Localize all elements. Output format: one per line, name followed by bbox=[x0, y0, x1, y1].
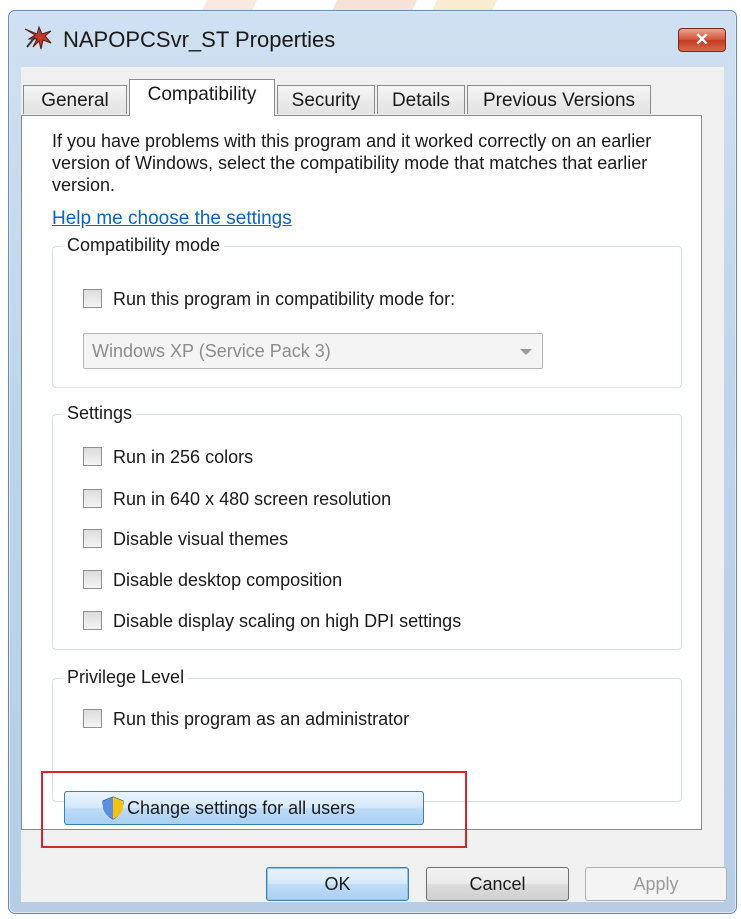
window-title: NAPOPCSvr_ST Properties bbox=[63, 27, 336, 52]
compatibility-mode-group: Compatibility mode Run this program in c… bbox=[52, 235, 682, 388]
settings-label: Settings bbox=[63, 403, 137, 424]
compatibility-mode-label: Compatibility mode bbox=[63, 235, 225, 256]
tab-general[interactable]: General bbox=[23, 85, 127, 114]
setting-desktop-composition-label: Disable desktop composition bbox=[113, 570, 343, 590]
uac-shield-icon bbox=[102, 796, 124, 820]
setting-256-colors-checkbox[interactable] bbox=[83, 447, 102, 466]
compat-mode-checkbox[interactable] bbox=[83, 289, 102, 308]
compatibility-panel: If you have problems with this program a… bbox=[21, 115, 702, 830]
cancel-button[interactable]: Cancel bbox=[426, 867, 569, 901]
setting-640x480-label: Run in 640 x 480 screen resolution bbox=[113, 489, 392, 509]
run-as-admin-label: Run this program as an administrator bbox=[113, 709, 410, 729]
apply-button[interactable]: Apply bbox=[585, 867, 727, 901]
close-icon: ✕ bbox=[694, 30, 710, 49]
properties-dialog: NAPOPCSvr_ST Properties ✕ General Compat… bbox=[8, 10, 737, 914]
setting-256-colors-label: Run in 256 colors bbox=[113, 447, 254, 467]
tab-previous-versions[interactable]: Previous Versions bbox=[467, 85, 651, 114]
tab-security[interactable]: Security bbox=[277, 85, 375, 114]
close-button[interactable]: ✕ bbox=[678, 28, 726, 52]
change-settings-all-users-button[interactable]: Change settings for all users bbox=[64, 791, 424, 825]
intro-text: If you have problems with this program a… bbox=[52, 131, 652, 195]
help-link[interactable]: Help me choose the settings bbox=[52, 208, 292, 230]
ok-button[interactable]: OK bbox=[266, 867, 409, 901]
change-settings-label: Change settings for all users bbox=[127, 798, 356, 818]
setting-dpi-scaling-checkbox[interactable] bbox=[83, 611, 102, 630]
chevron-down-icon bbox=[520, 349, 532, 355]
run-as-admin-checkbox[interactable] bbox=[83, 709, 102, 728]
app-icon bbox=[24, 25, 52, 50]
os-version-value: Windows XP (Service Pack 3) bbox=[92, 341, 331, 361]
setting-dpi-scaling-label: Disable display scaling on high DPI sett… bbox=[113, 611, 462, 631]
tab-strip: General Compatibility Security Details P… bbox=[21, 77, 724, 117]
setting-visual-themes-checkbox[interactable] bbox=[83, 529, 102, 548]
os-version-select[interactable]: Windows XP (Service Pack 3) bbox=[83, 333, 543, 369]
compat-mode-checkbox-label: Run this program in compatibility mode f… bbox=[113, 289, 456, 309]
setting-visual-themes-label: Disable visual themes bbox=[113, 529, 289, 549]
title-bar[interactable]: NAPOPCSvr_ST Properties ✕ bbox=[9, 11, 736, 67]
dialog-body: General Compatibility Security Details P… bbox=[21, 67, 727, 902]
settings-group: Settings Run in 256 colors Run in 640 x … bbox=[52, 403, 682, 650]
tab-details[interactable]: Details bbox=[377, 85, 465, 114]
setting-desktop-composition-checkbox[interactable] bbox=[83, 570, 102, 589]
tab-compatibility[interactable]: Compatibility bbox=[129, 79, 275, 116]
privilege-level-label: Privilege Level bbox=[63, 667, 189, 688]
setting-640x480-checkbox[interactable] bbox=[83, 489, 102, 508]
